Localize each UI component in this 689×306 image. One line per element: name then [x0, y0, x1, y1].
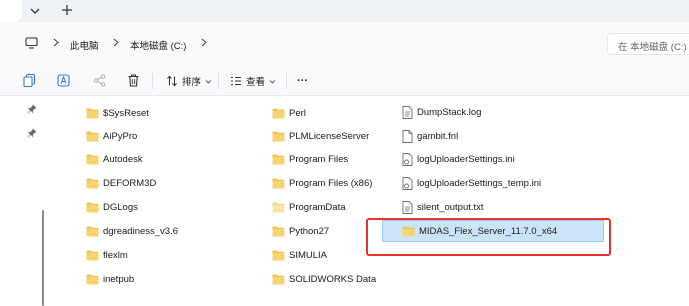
item-label: dgreadiness_v3.6: [103, 225, 178, 237]
folder-icon: [272, 226, 285, 236]
list-item[interactable]: silent_output.txt: [402, 198, 484, 216]
item-label: PLMLicenseServer: [289, 130, 370, 142]
more-options-button[interactable]: ···: [297, 72, 308, 90]
item-label: DGLogs: [103, 201, 138, 213]
folder-icon: [86, 274, 99, 284]
breadcrumb-local-disk[interactable]: 本地磁盘 (C:): [130, 38, 186, 52]
list-item[interactable]: gambit.fnl: [402, 127, 458, 145]
item-label: DEFORM3D: [103, 177, 157, 189]
list-item[interactable]: logUploaderSettings_temp.ini: [402, 174, 541, 192]
folder-icon: [86, 226, 99, 236]
folder-icon: [86, 250, 99, 260]
annotation-highlight-box: [366, 218, 611, 256]
list-item[interactable]: DumpStack.log: [402, 103, 481, 121]
item-label: DumpStack.log: [417, 106, 482, 118]
folder-icon: [272, 108, 285, 118]
list-item[interactable]: SOLIDWORKS Data: [272, 270, 376, 288]
search-input[interactable]: 在 本地磁盘 (C:): [607, 33, 689, 55]
tab-strip: [0, 0, 689, 22]
folder-icon: [272, 202, 285, 212]
folder-icon: [86, 131, 99, 141]
list-item[interactable]: ProgramData: [272, 198, 346, 216]
sort-label: 排序: [182, 77, 202, 88]
folder-icon: [86, 202, 99, 212]
folder-icon: [272, 154, 285, 164]
item-label: inetpub: [103, 273, 135, 285]
item-label: Perl: [289, 107, 306, 119]
folder-icon: [272, 131, 285, 141]
list-item[interactable]: AiPyPro: [86, 127, 137, 145]
list-item[interactable]: Program Files (x86): [272, 174, 372, 192]
navigation-pane: [0, 96, 52, 306]
folder-icon: [272, 178, 285, 188]
item-label: SOLIDWORKS Data: [289, 273, 377, 285]
folder-icon: [86, 108, 99, 118]
list-item[interactable]: Program Files: [272, 150, 348, 168]
text-file-icon: [402, 105, 413, 119]
view-list-icon: [231, 77, 241, 85]
sort-icon: [167, 75, 177, 87]
chevron-right-icon[interactable]: [200, 37, 208, 48]
file-icon: [402, 129, 413, 143]
item-label: logUploaderSettings.ini: [417, 153, 515, 165]
item-label: silent_output.txt: [417, 201, 484, 213]
item-label: flexlm: [103, 249, 128, 261]
list-item[interactable]: inetpub: [86, 270, 134, 288]
settings-file-icon: [402, 152, 413, 166]
pin-icon[interactable]: [27, 128, 37, 138]
list-item[interactable]: PLMLicenseServer: [272, 127, 369, 145]
chevron-right-icon: [53, 38, 59, 47]
list-item[interactable]: Autodesk: [86, 150, 143, 168]
address-bar: 此电脑 本地磁盘 (C:) 在 本地磁盘 (C:): [0, 22, 689, 66]
text-file-icon: [402, 200, 413, 214]
list-item[interactable]: Python27: [272, 222, 329, 240]
settings-file-icon: [402, 176, 413, 190]
list-item[interactable]: flexlm: [86, 246, 128, 264]
folder-icon: [86, 178, 99, 188]
chevron-down-icon: [269, 79, 276, 84]
rename-icon[interactable]: [56, 73, 71, 88]
item-label: Python27: [289, 225, 330, 237]
copy-icon[interactable]: [22, 73, 37, 88]
item-label: $SysReset: [103, 107, 149, 119]
command-toolbar: 排序 查看 ···: [0, 66, 689, 96]
nav-scrollbar[interactable]: [42, 210, 44, 306]
search-placeholder: 在 本地磁盘 (C:): [618, 42, 687, 53]
list-item[interactable]: $SysReset: [86, 104, 149, 122]
item-label: ProgramData: [289, 201, 346, 213]
item-label: SIMULIA: [289, 249, 328, 261]
folder-icon: [86, 154, 99, 164]
list-item[interactable]: DGLogs: [86, 198, 138, 216]
item-label: Program Files: [289, 153, 349, 165]
view-button[interactable]: 查看: [230, 72, 276, 90]
item-label: gambit.fnl: [417, 130, 459, 142]
view-label: 查看: [246, 77, 266, 88]
list-item[interactable]: Perl: [272, 104, 306, 122]
item-label: AiPyPro: [103, 130, 138, 142]
toolbar-divider: [152, 73, 153, 89]
active-tab-edge: [0, 0, 22, 22]
folder-icon: [272, 274, 285, 284]
new-tab-icon[interactable]: [60, 3, 74, 17]
chevron-right-icon: [113, 38, 119, 47]
folder-icon: [272, 250, 285, 260]
sort-button[interactable]: 排序: [166, 72, 212, 90]
delete-icon[interactable]: [126, 73, 141, 88]
toolbar-divider: [286, 73, 287, 89]
share-icon[interactable]: [92, 73, 107, 88]
chevron-down-icon: [205, 79, 212, 84]
list-item[interactable]: dgreadiness_v3.6: [86, 222, 178, 240]
computer-icon[interactable]: [25, 37, 38, 49]
list-item[interactable]: DEFORM3D: [86, 174, 156, 192]
item-label: Program Files (x86): [289, 177, 373, 189]
breadcrumb-this-pc[interactable]: 此电脑: [70, 38, 99, 52]
list-item[interactable]: logUploaderSettings.ini: [402, 150, 515, 168]
item-label: Autodesk: [103, 153, 143, 165]
item-label: logUploaderSettings_temp.ini: [417, 177, 542, 189]
list-item[interactable]: SIMULIA: [272, 246, 327, 264]
pin-icon[interactable]: [27, 104, 37, 114]
chevron-down-icon[interactable]: [28, 4, 42, 18]
toolbar-divider: [218, 73, 219, 89]
